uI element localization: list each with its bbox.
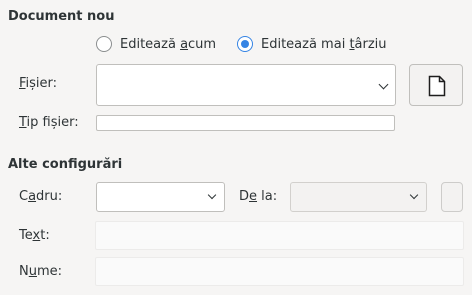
new-document-button[interactable] <box>409 64 463 106</box>
radio-edit-now-label: Editează acum <box>120 36 217 52</box>
radio-edit-later-indicator[interactable] <box>237 36 253 52</box>
frame-combobox[interactable] <box>96 182 225 212</box>
chevron-down-icon <box>409 190 419 200</box>
file-combobox[interactable] <box>96 64 396 106</box>
document-section-title: Document nou <box>8 9 115 24</box>
radio-edit-now[interactable]: Editează acum <box>96 36 216 52</box>
radio-edit-later[interactable]: Editează mai târziu <box>237 36 387 52</box>
from-extra-button[interactable] <box>441 182 463 212</box>
other-section-title: Alte configurări <box>8 157 123 172</box>
file-label: Fișier: <box>19 76 58 91</box>
new-document-icon <box>428 75 446 97</box>
chevron-down-icon <box>378 79 389 90</box>
chevron-down-icon <box>207 190 217 200</box>
from-combobox[interactable] <box>290 182 427 212</box>
file-type-field[interactable] <box>96 115 395 131</box>
from-label: De la: <box>239 189 278 204</box>
file-type-label: Tip fișier: <box>19 115 79 130</box>
text-label: Text: <box>19 228 50 243</box>
name-field[interactable] <box>95 257 464 286</box>
frame-label: Cadru: <box>19 189 63 204</box>
text-field[interactable] <box>95 221 464 250</box>
radio-edit-now-indicator[interactable] <box>96 36 112 52</box>
name-label: Nume: <box>19 264 63 279</box>
radio-edit-later-label: Editează mai târziu <box>261 36 387 52</box>
